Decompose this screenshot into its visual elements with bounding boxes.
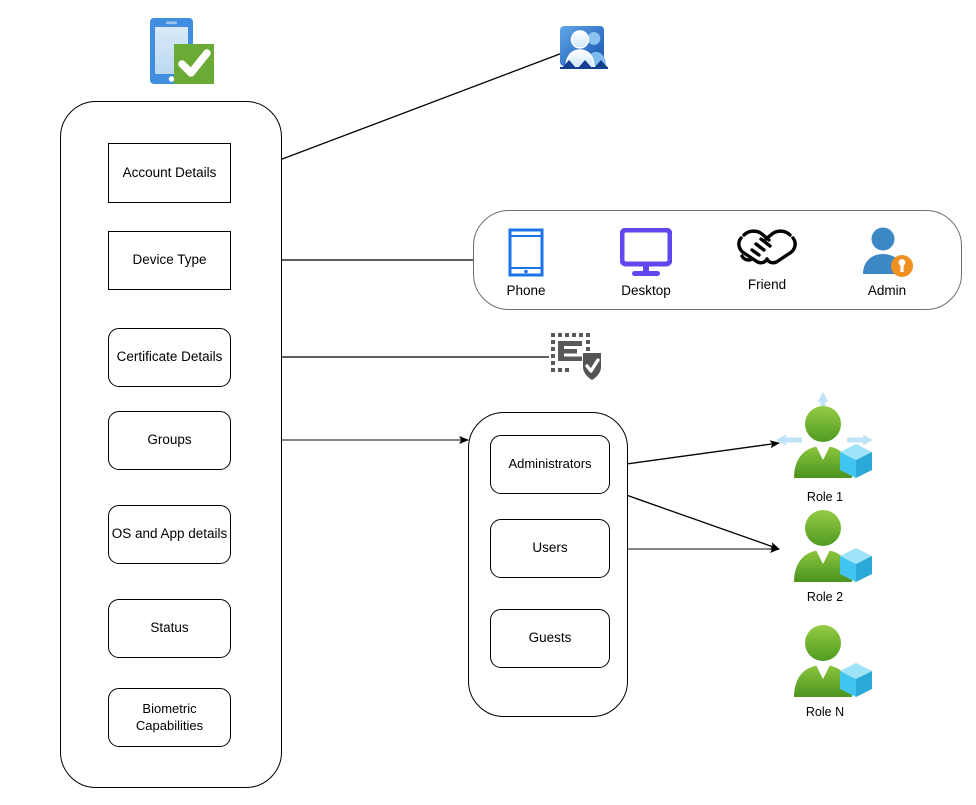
attribute-box-account-details[interactable]: Account Details	[108, 143, 231, 203]
connector-administrators-to-role2	[611, 489, 780, 550]
device-type-label: Friend	[747, 277, 787, 292]
attribute-box-device-type[interactable]: Device Type	[108, 231, 231, 290]
attribute-box-biometric-capabilities[interactable]: Biometric Capabilities	[108, 688, 231, 747]
certificate-shield-icon	[551, 333, 601, 380]
diagram-canvas: Account Details Device Type Certificate …	[0, 0, 976, 805]
device-type-label: Phone	[506, 283, 546, 298]
device-type-item-desktop[interactable]: Desktop	[614, 228, 678, 306]
role-user-cube-icon	[794, 625, 872, 697]
mobile-device-verified-icon-wrap	[142, 16, 220, 88]
admin-user-key-icon	[863, 227, 913, 277]
attribute-box-os-and-app-details[interactable]: OS and App details	[108, 505, 231, 564]
role-item-2[interactable]: Role 2	[770, 496, 880, 604]
phone-icon	[508, 228, 544, 277]
desktop-monitor-icon	[620, 228, 672, 276]
attribute-label: Status	[150, 620, 189, 636]
attribute-box-certificate-details[interactable]: Certificate Details	[108, 328, 231, 387]
role-item-n[interactable]: Role N	[770, 611, 880, 719]
attribute-label: Certificate Details	[116, 349, 223, 365]
certificate-shield-icon-wrap	[549, 331, 603, 385]
handshake-icon	[737, 229, 797, 265]
device-type-label: Admin	[867, 283, 907, 298]
role-label: Role 2	[806, 590, 844, 604]
connector-administrators-to-role1	[611, 440, 780, 467]
attribute-label: Account Details	[122, 164, 217, 180]
device-type-item-friend[interactable]: Friend	[735, 226, 799, 304]
role-user-cube-icon	[776, 392, 873, 478]
user-identity-icon	[560, 26, 608, 69]
attribute-label: OS and App details	[111, 526, 228, 542]
attribute-box-groups[interactable]: Groups	[108, 411, 231, 470]
group-label: Users	[532, 540, 568, 556]
device-type-label: Desktop	[621, 283, 671, 298]
group-box-users[interactable]: Users	[490, 519, 610, 578]
connector-identity-to-account	[247, 51, 566, 173]
group-label: Administrators	[508, 456, 592, 472]
group-label: Guests	[528, 630, 572, 646]
device-type-item-phone[interactable]: Phone	[495, 228, 557, 306]
mobile-device-verified-icon	[150, 18, 214, 84]
role-user-cube-icon	[794, 510, 872, 582]
role-label: Role N	[805, 705, 845, 719]
group-box-guests[interactable]: Guests	[490, 609, 610, 668]
device-type-item-admin[interactable]: Admin	[855, 226, 919, 304]
attribute-box-status[interactable]: Status	[108, 599, 231, 658]
attribute-label: Groups	[147, 432, 192, 448]
attribute-label: Biometric Capabilities	[135, 701, 204, 733]
user-identity-icon-wrap	[556, 18, 612, 76]
role-item-1[interactable]: Role 1	[770, 378, 880, 504]
attribute-label: Device Type	[132, 252, 207, 268]
group-box-administrators[interactable]: Administrators	[490, 435, 610, 494]
